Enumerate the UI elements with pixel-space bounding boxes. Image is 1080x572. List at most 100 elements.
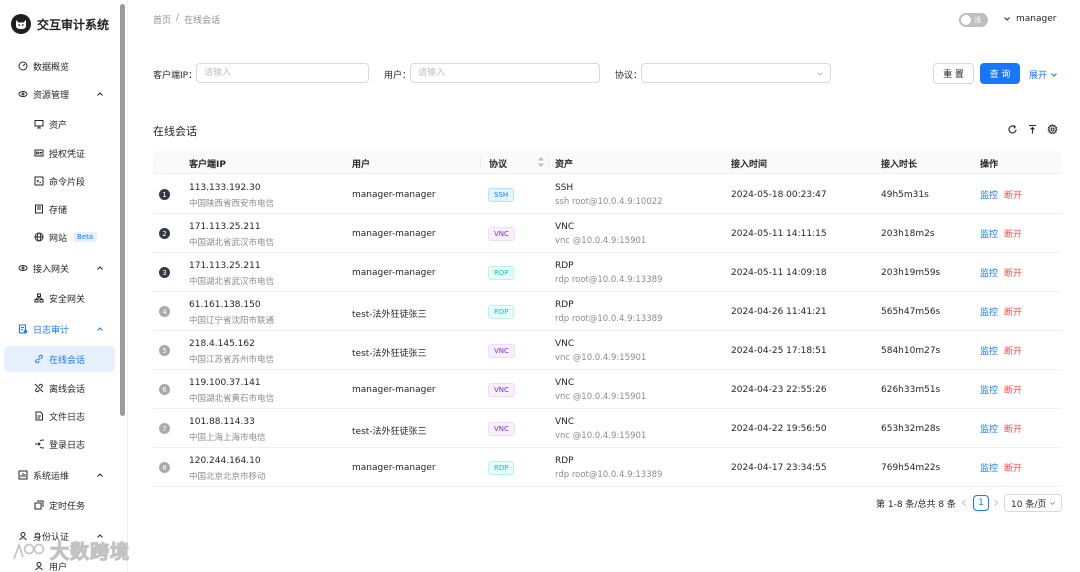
sidebar-item-security-gateway[interactable]: 安全网关 (0, 285, 117, 311)
table-row[interactable]: 2 171.113.25.211 中国湖北省武汉市电信 manager-manager… (153, 214, 1062, 253)
monitor-link[interactable]: 监控 (980, 188, 998, 201)
expand-filters-link[interactable]: 展开 (1029, 68, 1058, 81)
access-duration: 203h18m2s (881, 229, 935, 239)
protocol-tag: RDP (488, 305, 515, 319)
table-row[interactable]: 1 113.133.192.30 中国陕西省西安市电信 manager-manager… (153, 175, 1062, 214)
sidebar-item-asset[interactable]: 资产 (0, 111, 117, 137)
resource-icon (17, 89, 28, 100)
task-icon (33, 500, 44, 511)
table-row[interactable]: 5 218.4.145.162 中国江苏省苏州市电信 test-法外狂徒张三 VNC VN… (153, 331, 1062, 370)
protocol-tag: VNC (488, 422, 515, 436)
disconnect-link[interactable]: 断开 (1004, 266, 1022, 279)
monitor-link[interactable]: 监控 (980, 461, 998, 474)
query-button[interactable]: 查 询 (980, 63, 1020, 84)
sort-icon[interactable] (537, 156, 545, 168)
sidebar-item-credential[interactable]: 授权凭证 (0, 140, 117, 166)
client-ip-input[interactable] (196, 63, 369, 83)
session-user: test-法外狂徒张三 (352, 427, 427, 437)
asset-detail: ssh root@10.0.4.9:10022 (555, 197, 663, 207)
sidebar-item-storage[interactable]: 存储 (0, 196, 117, 222)
sidebar-item-ops[interactable]: 系统运维 (0, 462, 117, 488)
disconnect-link[interactable]: 断开 (1004, 422, 1022, 435)
density-icon[interactable] (1027, 124, 1038, 135)
session-user: manager-manager (352, 385, 436, 395)
app-logo[interactable]: 交互审计系统 (11, 14, 109, 34)
monitor-link[interactable]: 监控 (980, 344, 998, 357)
sidebar-item-online-session[interactable]: 在线会话 (4, 346, 115, 372)
asset-detail: vnc @10.0.4.9:15901 (555, 431, 647, 441)
disconnect-link[interactable]: 断开 (1004, 305, 1022, 318)
user-label: 用户： (384, 71, 412, 81)
sidebar-item-file-log[interactable]: 文件日志 (0, 403, 117, 429)
disconnect-link[interactable]: 断开 (1004, 188, 1022, 201)
client-ip: 61.161.138.150 (189, 300, 261, 310)
sidebar-item-website[interactable]: 网站 Beta (0, 224, 117, 250)
table-row[interactable]: 3 171.113.25.211 中国湖北省武汉市电信 manager-manager… (153, 253, 1062, 292)
watermark-text: 大数跨境 (49, 541, 131, 564)
monitor-link[interactable]: 监控 (980, 422, 998, 435)
asset-detail: vnc @10.0.4.9:15901 (555, 392, 647, 402)
monitor-link[interactable]: 监控 (980, 266, 998, 279)
code-icon (33, 176, 44, 187)
disconnect-link[interactable]: 断开 (1004, 383, 1022, 396)
sidebar-item-command[interactable]: 命令片段 (0, 168, 117, 194)
breadcrumb-home[interactable]: 首页 (153, 13, 171, 26)
pagination-page-1[interactable]: 1 (973, 495, 989, 511)
reload-icon[interactable] (1007, 124, 1018, 135)
asset-detail: rdp root@10.0.4.9:13389 (555, 470, 663, 480)
audit-icon (17, 324, 28, 335)
protocol-select[interactable] (641, 63, 831, 83)
asset-detail: rdp root@10.0.4.9:13389 (555, 314, 663, 324)
table-row[interactable]: 7 101.88.114.33 中国上海上海市电信 test-法外狂徒张三 VNC VNC… (153, 409, 1062, 448)
user-input[interactable] (410, 63, 600, 83)
column-user: 用户 (352, 160, 371, 170)
sidebar-item-gateway[interactable]: 接入网关 (0, 255, 117, 281)
sidebar-item-dashboard[interactable]: 数据概览 (0, 53, 117, 79)
row-index-badge: 7 (159, 423, 170, 434)
sidebar-item-scheduled-task[interactable]: 定时任务 (0, 492, 117, 518)
client-location: 中国北京北京市移动 (189, 472, 266, 482)
cluster-icon (33, 293, 44, 304)
client-location: 中国陕西省西安市电信 (189, 199, 275, 209)
pagination-next-icon[interactable] (991, 496, 1001, 510)
user-menu[interactable]: manager (1003, 14, 1056, 24)
globe-icon (33, 232, 44, 243)
file-icon (33, 411, 44, 422)
disconnect-link[interactable]: 断开 (1004, 461, 1022, 474)
monitor-link[interactable]: 监控 (980, 227, 998, 240)
table-row[interactable]: 4 61.161.138.150 中国辽宁省沈阳市联通 test-法外狂徒张三 RDP R… (153, 292, 1062, 331)
column-protocol[interactable]: 协议 (489, 157, 507, 170)
storage-icon (33, 204, 44, 215)
column-asset: 资产 (555, 160, 574, 170)
chevron-up-icon (97, 327, 103, 331)
client-location: 中国辽宁省沈阳市联通 (189, 316, 275, 326)
monitor-link[interactable]: 监控 (980, 305, 998, 318)
client-ip: 171.113.25.211 (189, 222, 261, 232)
page-size-select[interactable]: 10 条/页 (1004, 494, 1062, 512)
access-time: 2024-04-26 11:41:21 (731, 307, 827, 317)
disconnect-link[interactable]: 断开 (1004, 344, 1022, 357)
access-time: 2024-05-18 00:23:47 (731, 190, 827, 200)
disconnect-link[interactable]: 断开 (1004, 227, 1022, 240)
theme-toggle[interactable]: 浅 (959, 13, 988, 27)
settings-icon[interactable] (1047, 124, 1058, 135)
client-ip: 218.4.145.162 (189, 339, 255, 349)
chevron-up-icon (97, 266, 103, 270)
sidebar-item-login-log[interactable]: 登录日志 (0, 431, 117, 457)
sidebar-item-resource[interactable]: 资源管理 (0, 81, 117, 107)
sidebar-item-audit[interactable]: 日志审计 (0, 316, 117, 342)
sidebar-item-offline-session[interactable]: 离线会话 (0, 375, 117, 401)
table-row[interactable]: 8 120.244.164.10 中国北京北京市移动 manager-manager R… (153, 448, 1062, 487)
sidebar-scrollbar-thumb[interactable] (120, 4, 125, 416)
client-location: 中国湖北省黄石市电信 (189, 394, 275, 404)
protocol-tag: VNC (488, 344, 515, 358)
chevron-up-icon (97, 92, 103, 96)
login-icon (33, 439, 44, 450)
table-title: 在线会话 (153, 125, 197, 138)
table-row[interactable]: 6 119.100.37.141 中国湖北省黄石市电信 manager-manager… (153, 370, 1062, 409)
access-duration: 769h54m22s (881, 463, 941, 473)
pagination-prev-icon[interactable] (959, 496, 969, 510)
monitor-link[interactable]: 监控 (980, 383, 998, 396)
row-index-badge: 2 (159, 228, 170, 239)
reset-button[interactable]: 重 置 (933, 63, 974, 84)
